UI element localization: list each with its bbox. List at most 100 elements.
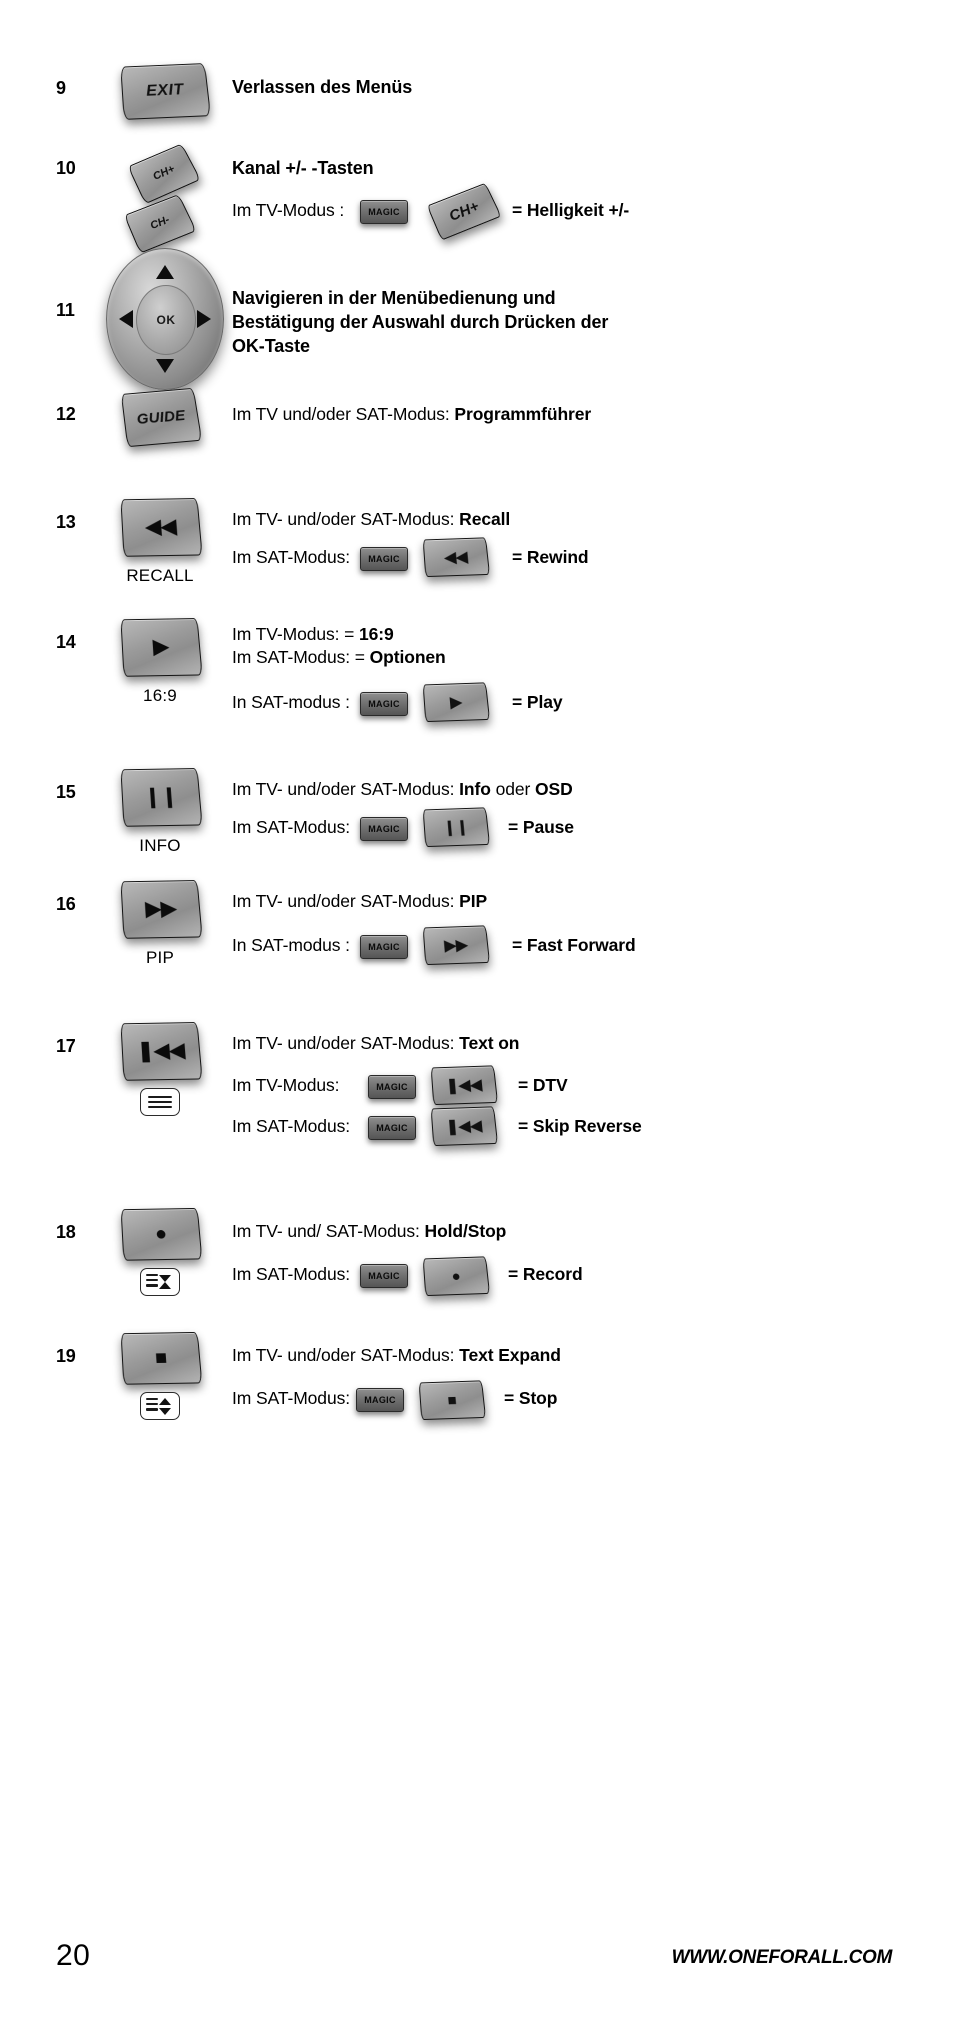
pause-icon: ❙❙ — [143, 785, 179, 809]
skip-reverse-key-inline-2: ❚◀◀ — [430, 1106, 499, 1147]
skip-reverse-key-inline: ❚◀◀ — [430, 1065, 499, 1106]
magic-key: MAGIC — [360, 692, 408, 716]
row-description-plain: Im TV und/oder SAT-Modus: — [232, 404, 455, 424]
row-number: 15 — [56, 782, 76, 802]
row-number: 17 — [56, 1036, 76, 1056]
play-key-inline: ▶ — [422, 682, 491, 723]
play-icon: ▶ — [152, 636, 170, 659]
mode-prefix: Im SAT-Modus: — [232, 1388, 350, 1408]
fast-forward-icon: ▶▶ — [144, 897, 178, 921]
mode-result: = Pause — [508, 817, 574, 837]
arrow-down-icon — [156, 359, 174, 373]
mode-prefix: Im TV-Modus: — [232, 1075, 340, 1095]
record-key-inline: ● — [422, 1256, 491, 1297]
mode-result: = Rewind — [512, 547, 589, 567]
pause-key-inline: ❙❙ — [422, 807, 491, 848]
pip-forward-key: ▶▶ — [120, 880, 203, 939]
magic-key-label: MAGIC — [368, 1271, 400, 1281]
skip-reverse-icon: ❚◀◀ — [445, 1117, 483, 1136]
row-description: Im TV- und/oder SAT-Modus: Info oder OSD — [232, 777, 573, 801]
row-description: Im TV- und/oder SAT-Modus: Recall — [232, 507, 510, 531]
play-icon: ▶ — [449, 693, 463, 711]
row-description: Im TV und/oder SAT-Modus: Programmführer — [232, 402, 591, 426]
guide-key-label: GUIDE — [135, 406, 187, 428]
ok-key: OK — [136, 285, 196, 355]
hourglass-top — [159, 1275, 171, 1282]
fast-forward-icon: ▶▶ — [443, 936, 469, 954]
row-number: 9 — [56, 78, 66, 98]
play-key-caption: 16:9 — [143, 686, 177, 705]
row-description-bold-2: OSD — [535, 779, 573, 799]
channel-down-key: CH- — [123, 194, 197, 254]
row-description-plain: Im TV- und/oder SAT-Modus: — [232, 1345, 460, 1365]
arrow-up-icon — [156, 265, 174, 279]
mode-result: = Fast Forward — [512, 935, 636, 955]
ok-key-label: OK — [156, 313, 176, 327]
record-icon: ● — [154, 1223, 168, 1246]
teletext-bar — [146, 1408, 158, 1411]
navigation-pad: OK — [106, 248, 224, 390]
magic-key: MAGIC — [360, 817, 408, 841]
mode-prefix: Im SAT-Modus: — [232, 547, 350, 567]
teletext-lines-icon — [140, 1088, 180, 1116]
magic-key-label: MAGIC — [368, 824, 400, 834]
row-headline: Verlassen des Menüs — [232, 77, 413, 97]
row-description-sat-bold: Optionen — [369, 647, 446, 667]
row-number: 19 — [56, 1346, 76, 1366]
row-description-bold: Text Expand — [459, 1345, 561, 1365]
row-number: 14 — [56, 632, 76, 652]
manual-page: 9 EXIT Verlassen des Menüs 10 CH+ CH- Ka… — [0, 0, 954, 2035]
mode-result: = Helligkeit +/- — [512, 200, 630, 220]
mode-result: = Stop — [504, 1388, 558, 1408]
mode-result-2: = Skip Reverse — [518, 1116, 642, 1136]
teletext-bar — [148, 1100, 172, 1104]
hourglass-bottom — [159, 1282, 171, 1289]
row-description-bold: Recall — [459, 509, 511, 529]
hourglass-icon — [158, 1273, 172, 1291]
mode-prefix: In SAT-modus : — [232, 692, 350, 712]
channel-up-key: CH+ — [127, 143, 201, 205]
teletext-bar — [146, 1403, 158, 1406]
row-headline-line-1: Navigieren in der Menübedienung und — [232, 288, 556, 308]
expand-arrow-down — [159, 1407, 171, 1415]
info-pause-key: ❙❙ — [120, 768, 203, 827]
stop-key-inline: ■ — [418, 1380, 487, 1421]
pause-icon: ❙❙ — [442, 818, 470, 836]
row-number: 12 — [56, 404, 76, 424]
rewind-key-inline: ◀◀ — [422, 537, 491, 578]
info-key-caption: INFO — [139, 836, 181, 855]
teletext-bar — [148, 1106, 172, 1109]
magic-key-label: MAGIC — [376, 1123, 408, 1133]
text-expand-stop-key: ■ — [120, 1331, 203, 1385]
row-description: Im TV- und/oder SAT-Modus: Text Expand — [232, 1343, 561, 1367]
magic-key-label: MAGIC — [368, 699, 400, 709]
page-number: 20 — [56, 1939, 91, 1972]
play-16-9-key: ▶ — [120, 618, 203, 677]
teletext-bar — [146, 1279, 158, 1282]
mode-prefix: Im SAT-Modus: — [232, 817, 350, 837]
magic-key-label: MAGIC — [368, 554, 400, 564]
teletext-bar — [146, 1274, 158, 1277]
row-description-sat: Im SAT-Modus: = Optionen — [232, 645, 446, 669]
teletext-hold-icon — [140, 1268, 180, 1296]
mode-prefix: Im SAT-Modus: — [232, 1264, 350, 1284]
skip-reverse-icon: ❚◀◀ — [445, 1076, 483, 1095]
row-description-plain: Im TV- und/oder SAT-Modus: — [232, 779, 460, 799]
row-description-bold: Text on — [459, 1033, 520, 1053]
row-headline-line-2: Bestätigung der Auswahl durch Drücken de… — [232, 312, 609, 332]
magic-key: MAGIC — [356, 1388, 404, 1412]
magic-key-label: MAGIC — [376, 1082, 408, 1092]
mode-result: = Record — [508, 1264, 583, 1284]
row-description-bold: Programmführer — [454, 404, 592, 424]
row-description: Im TV- und/ SAT-Modus: Hold/Stop — [232, 1219, 506, 1243]
row-description-plain: Im TV- und/oder SAT-Modus: — [232, 1033, 460, 1053]
row-description-plain: Im TV- und/oder SAT-Modus: — [232, 891, 460, 911]
row-description-plain: Im TV- und/ SAT-Modus: — [232, 1221, 425, 1241]
row-description-plain: Im TV- und/oder SAT-Modus: — [232, 509, 460, 529]
row-description-bold: Hold/Stop — [424, 1221, 507, 1241]
channel-up-key-inline: CH+ — [426, 182, 502, 241]
magic-key: MAGIC — [360, 200, 408, 224]
row-number: 10 — [56, 158, 76, 178]
row-description-sat-plain: Im SAT-Modus: = — [232, 647, 370, 667]
channel-down-key-label: CH- — [148, 214, 172, 233]
